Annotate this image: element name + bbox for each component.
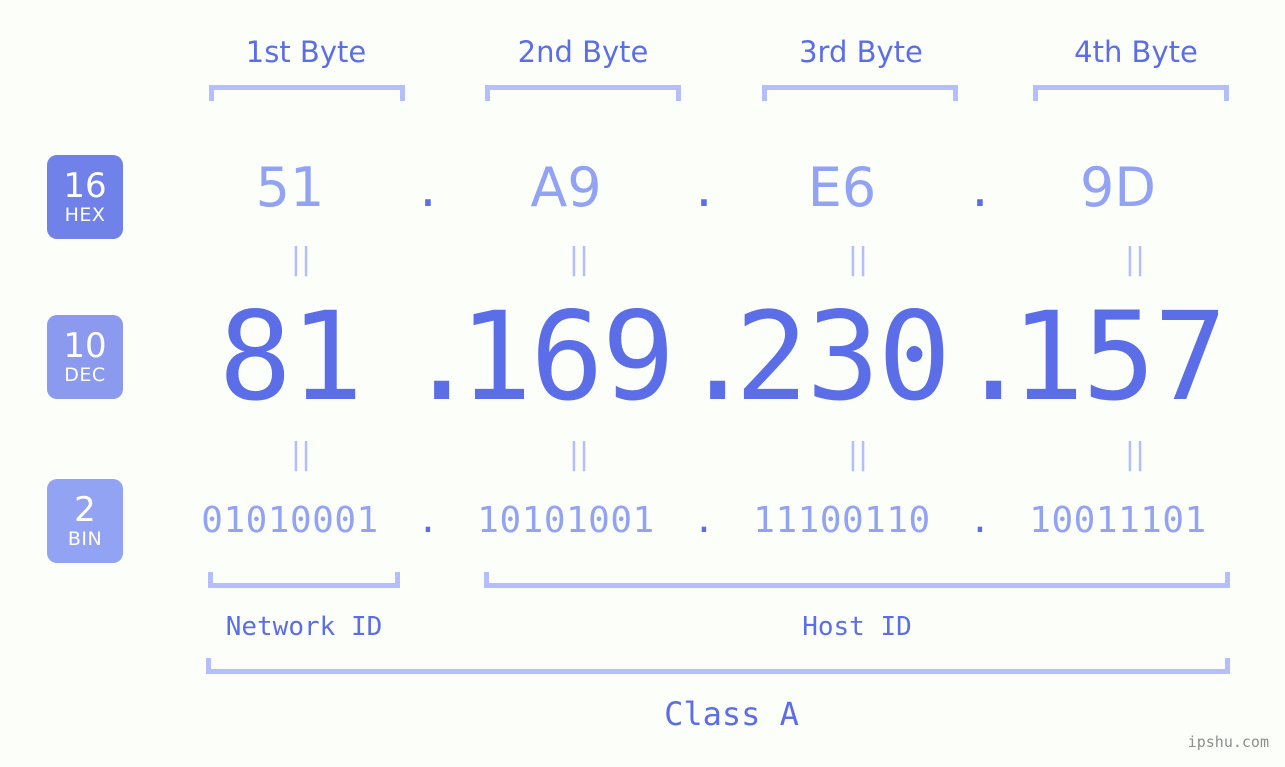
dec-separator-3: . [957,286,1031,428]
dec-value-row: 81 . 169 . 230 . 157 [150,290,1258,424]
dec-octet-1: 81 [218,286,364,428]
hex-octet-2: A9 [530,156,602,219]
byte-bracket-3 [762,85,958,101]
bin-octet-3: 11100110 [753,500,931,541]
equals-mark-hex-dec-2: || [568,242,590,277]
hex-separator-3: . [971,156,989,219]
radix-badge-hex-name: HEX [64,204,106,226]
byte-header-label-1: 1st Byte [245,35,367,69]
radix-badge-hex-number: 16 [63,166,107,206]
bin-value-row: 01010001 . 10101001 . 11100110 . 1001110… [150,492,1258,550]
dec-octet-2: 169 [458,286,675,428]
bin-octet-4: 10011101 [1029,500,1207,541]
dec-octet-4: 157 [1010,286,1227,428]
equals-mark-hex-dec-4: || [1124,242,1146,277]
equals-mark-dec-bin-1: || [290,437,312,472]
bin-separator-3: . [969,500,991,541]
byte-bracket-4 [1033,85,1229,101]
equals-mark-dec-bin-2: || [568,437,590,472]
byte-header-label-4: 4th Byte [1074,35,1198,69]
radix-badge-hex: 16 HEX [47,155,123,239]
ip-address-breakdown-diagram: 1st Byte 2nd Byte 3rd Byte 4th Byte 16 H… [0,0,1285,767]
bin-separator-2: . [693,500,715,541]
radix-badge-dec: 10 DEC [47,315,123,399]
dec-separator-1: . [405,286,479,428]
dec-separator-2: . [681,286,755,428]
radix-badge-dec-number: 10 [63,326,107,366]
byte-bracket-2 [485,85,681,101]
dec-octet-3: 230 [734,286,951,428]
equals-mark-dec-bin-4: || [1124,437,1146,472]
byte-header-label-3: 3rd Byte [799,35,923,69]
site-watermark: ipshu.com [1187,733,1269,751]
radix-badge-bin: 2 BIN [47,479,123,563]
hex-separator-2: . [695,156,713,219]
bin-octet-2: 10101001 [477,500,655,541]
class-label: Class A [664,695,799,733]
radix-badge-dec-name: DEC [64,364,106,386]
byte-bracket-1 [209,85,405,101]
network-id-label: Network ID [225,612,383,642]
radix-badge-bin-number: 2 [74,490,96,530]
hex-octet-1: 51 [255,156,325,219]
host-id-bracket [484,572,1230,588]
bin-octet-1: 01010001 [201,500,379,541]
hex-value-row: 51 . A9 . E6 . 9D [150,150,1258,226]
radix-badge-bin-name: BIN [67,528,103,550]
hex-separator-1: . [419,156,437,219]
byte-header-label-2: 2nd Byte [517,35,649,69]
equals-mark-hex-dec-1: || [290,242,312,277]
network-id-bracket [208,572,400,588]
hex-octet-4: 9D [1080,156,1156,219]
hex-octet-3: E6 [807,156,877,219]
host-id-label: Host ID [802,612,912,642]
bin-separator-1: . [417,500,439,541]
equals-mark-dec-bin-3: || [847,437,869,472]
class-bracket [206,658,1230,674]
equals-mark-hex-dec-3: || [847,242,869,277]
